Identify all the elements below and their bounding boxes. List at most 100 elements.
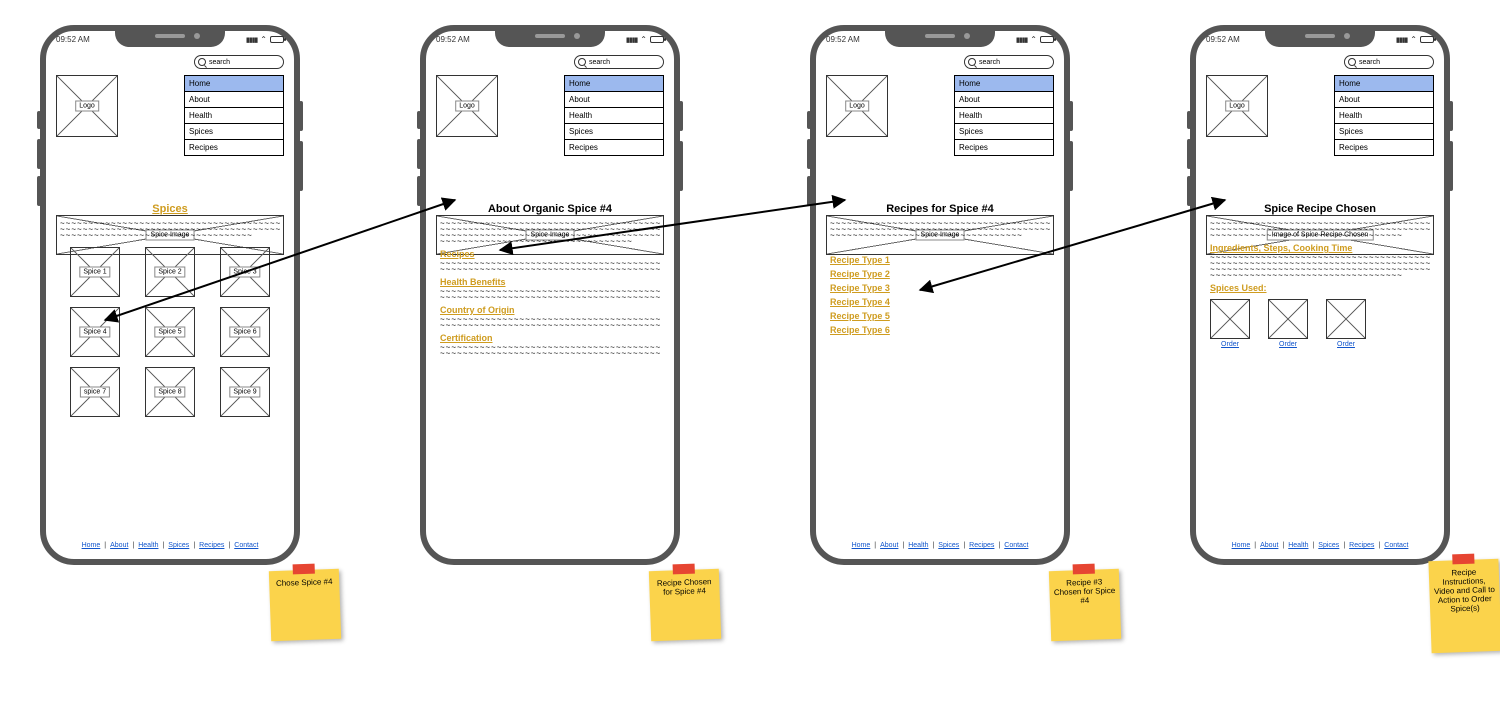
spice-used-2[interactable]: Order xyxy=(1268,299,1308,348)
nav-item-about[interactable]: About xyxy=(1335,92,1433,108)
footer-link[interactable]: Contact xyxy=(1384,542,1408,549)
phone-frame-3: 09:52 AM ▮▮▮▮⌃ search Logo Home About He… xyxy=(810,25,1070,565)
recipe-link-3[interactable]: Recipe Type 3 xyxy=(830,283,1050,293)
nav-item-recipes[interactable]: Recipes xyxy=(1335,140,1433,155)
search-icon xyxy=(578,58,586,66)
section-ingredients: Ingredients, Steps, Cooking Time xyxy=(1210,243,1430,253)
nav-item-about[interactable]: About xyxy=(955,92,1053,108)
nav-item-spices[interactable]: Spices xyxy=(565,124,663,140)
footer-link[interactable]: Health xyxy=(1288,542,1308,549)
nav-item-recipes[interactable]: Recipes xyxy=(185,140,283,155)
spice-tile-2[interactable]: Spice 2 xyxy=(145,247,195,297)
sticky-note-3: Recipe #3 Chosen for Spice #4 xyxy=(1049,569,1121,641)
recipe-link-4[interactable]: Recipe Type 4 xyxy=(830,297,1050,307)
recipe-link-5[interactable]: Recipe Type 5 xyxy=(830,311,1050,321)
search-input[interactable]: search xyxy=(574,55,664,69)
footer-link[interactable]: Home xyxy=(82,542,101,549)
recipe-link-2[interactable]: Recipe Type 2 xyxy=(830,269,1050,279)
spice-tile-9[interactable]: Spice 9 xyxy=(220,367,270,417)
nav-item-recipes[interactable]: Recipes xyxy=(565,140,663,155)
nav-item-spices[interactable]: Spices xyxy=(1335,124,1433,140)
logo-placeholder: Logo xyxy=(436,75,498,137)
main-nav: Home About Health Spices Recipes xyxy=(184,75,284,156)
logo-placeholder: Logo xyxy=(56,75,118,137)
sticky-note-2: Recipe Chosen for Spice #4 xyxy=(649,569,721,641)
nav-item-health[interactable]: Health xyxy=(565,108,663,124)
nav-item-about[interactable]: About xyxy=(185,92,283,108)
spice-tile-3[interactable]: Spice 3 xyxy=(220,247,270,297)
nav-item-spices[interactable]: Spices xyxy=(955,124,1053,140)
section-spices-used: Spices Used: xyxy=(1210,283,1430,293)
search-input[interactable]: search xyxy=(1344,55,1434,69)
nav-item-health[interactable]: Health xyxy=(185,108,283,124)
footer-link[interactable]: About xyxy=(110,542,128,549)
nav-item-home[interactable]: Home xyxy=(955,76,1053,92)
footer-link[interactable]: About xyxy=(880,542,898,549)
footer-nav: Home| About| Health| Spices| Recipes| Co… xyxy=(56,542,284,549)
main-nav: Home About Health Spices Recipes xyxy=(564,75,664,156)
footer-link[interactable]: Home xyxy=(1232,542,1251,549)
spice-tile-4[interactable]: Spice 4 xyxy=(70,307,120,357)
page-title: Spices xyxy=(56,203,284,215)
section-recipes[interactable]: Recipes xyxy=(440,249,660,259)
footer-link[interactable]: Spices xyxy=(168,542,189,549)
spice-used-1[interactable]: Order xyxy=(1210,299,1250,348)
page-title: About Organic Spice #4 xyxy=(436,203,664,215)
nav-item-spices[interactable]: Spices xyxy=(185,124,283,140)
footer-link[interactable]: Contact xyxy=(234,542,258,549)
page-title: Recipes for Spice #4 xyxy=(826,203,1054,215)
page-title: Spice Recipe Chosen xyxy=(1206,203,1434,215)
main-nav: Home About Health Spices Recipes xyxy=(954,75,1054,156)
signal-icon: ▮▮▮▮ xyxy=(246,36,257,44)
section-health-benefits[interactable]: Health Benefits xyxy=(440,277,660,287)
footer-link[interactable]: Contact xyxy=(1004,542,1028,549)
section-country-of-origin[interactable]: Country of Origin xyxy=(440,305,660,315)
status-time: 09:52 AM xyxy=(56,35,90,44)
order-link[interactable]: Order xyxy=(1326,341,1366,348)
footer-link[interactable]: Recipes xyxy=(969,542,994,549)
footer-link[interactable]: Spices xyxy=(1318,542,1339,549)
spice-tile-1[interactable]: Spice 1 xyxy=(70,247,120,297)
footer-link[interactable]: Spices xyxy=(938,542,959,549)
footer-link[interactable]: About xyxy=(1260,542,1278,549)
battery-icon xyxy=(270,36,284,43)
footer-link[interactable]: Health xyxy=(908,542,928,549)
sticky-note-4: Recipe Instructions, Video and Call to A… xyxy=(1428,559,1500,653)
logo-placeholder: Logo xyxy=(1206,75,1268,137)
phone-frame-2: 09:52 AM ▮▮▮▮⌃ search Logo Home About He… xyxy=(420,25,680,565)
order-link[interactable]: Order xyxy=(1268,341,1308,348)
spice-tile-8[interactable]: Spice 8 xyxy=(145,367,195,417)
nav-item-home[interactable]: Home xyxy=(565,76,663,92)
spice-tile-7[interactable]: spice 7 xyxy=(70,367,120,417)
footer-link[interactable]: Recipes xyxy=(1349,542,1374,549)
footer-nav: Home| About| Health| Spices| Recipes| Co… xyxy=(826,542,1054,549)
nav-item-health[interactable]: Health xyxy=(1335,108,1433,124)
spice-tile-5[interactable]: Spice 5 xyxy=(145,307,195,357)
recipe-link-6[interactable]: Recipe Type 6 xyxy=(830,325,1050,335)
recipe-link-1[interactable]: Recipe Type 1 xyxy=(830,255,1050,265)
nav-item-home[interactable]: Home xyxy=(185,76,283,92)
phone-frame-4: 09:52 AM ▮▮▮▮⌃ search Logo Home About He… xyxy=(1190,25,1450,565)
section-certification[interactable]: Certification xyxy=(440,333,660,343)
search-icon xyxy=(1348,58,1356,66)
footer-link[interactable]: Health xyxy=(138,542,158,549)
nav-item-recipes[interactable]: Recipes xyxy=(955,140,1053,155)
footer-link[interactable]: Recipes xyxy=(199,542,224,549)
main-nav: Home About Health Spices Recipes xyxy=(1334,75,1434,156)
wifi-icon: ⌃ xyxy=(260,35,267,44)
search-input[interactable]: search xyxy=(194,55,284,69)
nav-item-health[interactable]: Health xyxy=(955,108,1053,124)
logo-placeholder: Logo xyxy=(826,75,888,137)
order-link[interactable]: Order xyxy=(1210,341,1250,348)
search-placeholder: search xyxy=(209,59,230,66)
footer-nav: Home| About| Health| Spices| Recipes| Co… xyxy=(1206,542,1434,549)
nav-item-home[interactable]: Home xyxy=(1335,76,1433,92)
spice-tile-6[interactable]: Spice 6 xyxy=(220,307,270,357)
footer-link[interactable]: Home xyxy=(852,542,871,549)
sticky-note-1: Chose Spice #4 xyxy=(269,569,341,641)
spice-used-3[interactable]: Order xyxy=(1326,299,1366,348)
search-icon xyxy=(968,58,976,66)
phone-frame-1: 09:52 AM ▮▮▮▮⌃ search Logo Home About He… xyxy=(40,25,300,565)
nav-item-about[interactable]: About xyxy=(565,92,663,108)
search-input[interactable]: search xyxy=(964,55,1054,69)
